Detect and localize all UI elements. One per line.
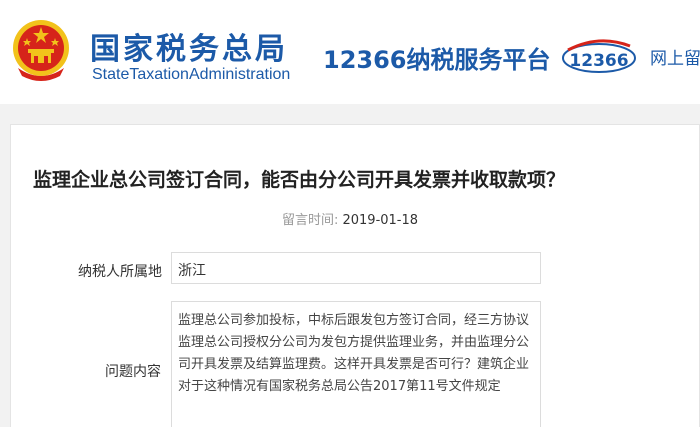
question-card: 监理企业总公司签订合同，能否由分公司开具发票并收取款项？ 留言时间: 2019-… [10, 124, 700, 427]
region-label: 纳税人所属地 [78, 264, 162, 280]
region-field: 浙江 [171, 252, 541, 284]
question-title: 监理企业总公司签订合同，能否由分公司开具发票并收取款项？ [33, 169, 566, 191]
service-logo-text: 12366 [569, 51, 628, 71]
org-name-en: StateTaxationAdministration [92, 66, 291, 83]
service-logo-icon: 12366 [562, 39, 636, 73]
service-title[interactable]: 12366纳税服务平台 [323, 40, 551, 75]
date-value: 2019-01-18 [342, 213, 419, 228]
national-emblem-icon [13, 20, 69, 81]
content-field: 监理总公司参加投标，中标后跟发包方签订合同，经三方协议监理总公司授权分公司为发包… [171, 301, 541, 427]
content-label: 问题内容 [105, 364, 161, 380]
online-message-link[interactable]: 网上留 [650, 44, 700, 69]
question-date: 留言时间: 2019-01-18 [11, 209, 689, 228]
org-name-cn: 国家税务总局 [90, 32, 288, 67]
date-label: 留言时间: [281, 213, 339, 228]
site-header: 国家税务总局 StateTaxationAdministration 12366… [0, 0, 700, 104]
